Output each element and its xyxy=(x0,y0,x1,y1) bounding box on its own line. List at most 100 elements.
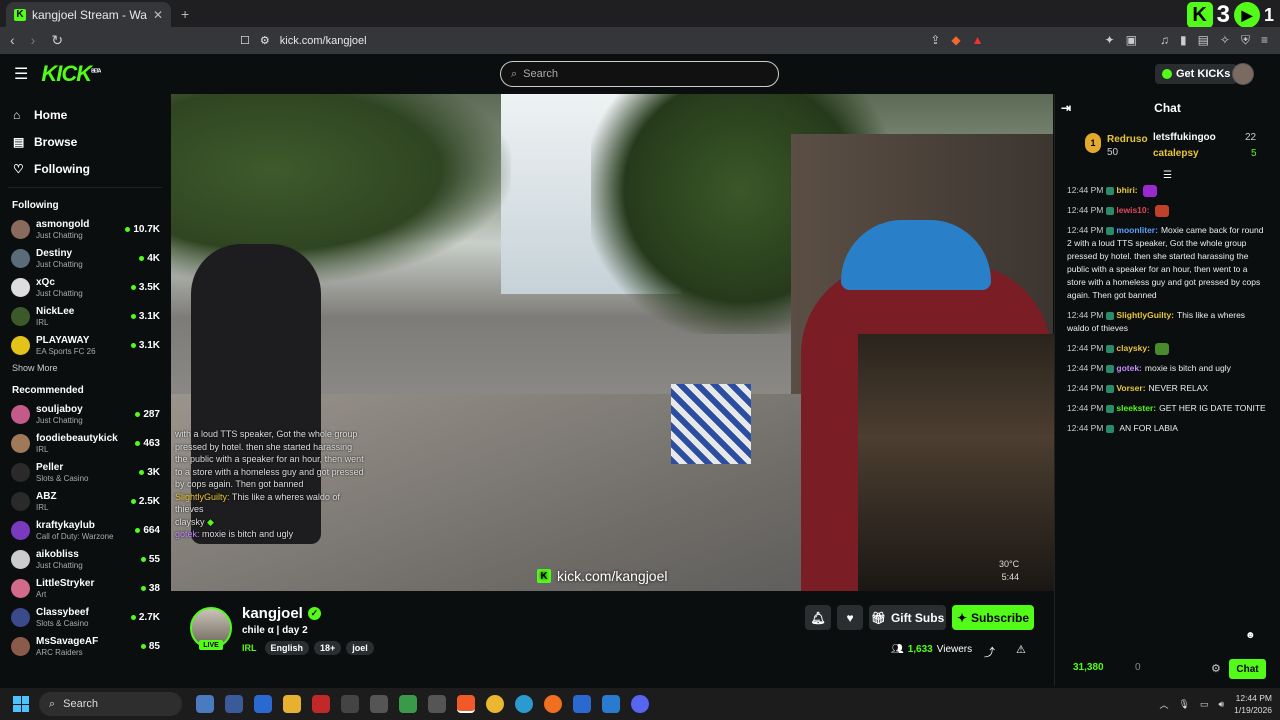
forward-icon[interactable]: › xyxy=(31,32,36,49)
nav-following[interactable]: ♡ Following xyxy=(0,155,170,182)
leader-1-name[interactable]: Redruso xyxy=(1107,134,1148,145)
collapse-chat-icon[interactable]: ⇥ xyxy=(1061,101,1071,115)
message-username[interactable]: lewis10: xyxy=(1116,205,1149,215)
emote-picker-icon[interactable]: ☻ xyxy=(1245,630,1256,641)
sidebar-channel[interactable]: Peller Slots & Casino 3K xyxy=(0,458,170,487)
user-avatar[interactable] xyxy=(1232,63,1254,85)
sidebar-channel[interactable]: Destiny Just Chatting 4K xyxy=(0,244,170,273)
app-icon[interactable] xyxy=(370,695,388,713)
tag[interactable]: joel xyxy=(346,641,374,655)
sidebar-channel[interactable]: LittleStryker Art 38 xyxy=(0,574,170,603)
kick-favicon-icon: K xyxy=(14,8,26,21)
mic-icon[interactable]: 🎙︎ xyxy=(1179,699,1190,710)
rewards-icon[interactable]: ▲ xyxy=(972,33,984,48)
channel-points[interactable]: 31,380 xyxy=(1073,662,1104,673)
brave-shield-icon[interactable]: ◆ xyxy=(951,33,960,48)
leader-2-name[interactable]: letsffukingoo xyxy=(1153,132,1216,143)
viewers-label: Viewers xyxy=(936,644,973,655)
music-icon[interactable]: ♫ xyxy=(1160,33,1169,48)
leader-3-name[interactable]: catalepsy xyxy=(1153,148,1199,159)
screenshot-icon[interactable]: ▣ xyxy=(1126,33,1137,48)
message-username[interactable]: claysky: xyxy=(1116,343,1150,353)
leo-icon[interactable]: ✧ xyxy=(1220,33,1230,48)
sidebar-channel[interactable]: souljaboy Just Chatting 287 xyxy=(0,400,170,429)
discord-icon[interactable] xyxy=(631,695,649,713)
clock[interactable]: 12:44 PM 1/19/2026 xyxy=(1234,692,1272,716)
sidebar-channel[interactable]: kraftykaylub Call of Duty: Warzone 664 xyxy=(0,516,170,545)
app-icon[interactable] xyxy=(254,695,272,713)
edge-icon[interactable] xyxy=(515,695,533,713)
sidebar-channel[interactable]: MsSavageAF ARC Raiders 85 xyxy=(0,632,170,661)
stream-tags: IRL English 18+ joel xyxy=(242,641,374,655)
close-tab-icon[interactable]: ✕ xyxy=(153,8,163,22)
menu-icon[interactable]: ≡ xyxy=(1261,33,1268,48)
message-username[interactable]: bhiri: xyxy=(1116,185,1137,195)
share-icon[interactable]: ⇪ xyxy=(930,33,940,48)
vscode-icon[interactable] xyxy=(602,695,620,713)
network-icon[interactable]: ▭ xyxy=(1200,699,1209,710)
volume-icon[interactable]: 🔊︎ xyxy=(1219,699,1225,710)
back-icon[interactable]: ‹ xyxy=(10,32,15,49)
search-input[interactable]: ⌕ Search xyxy=(500,61,779,87)
get-kicks-button[interactable]: Get KICKs xyxy=(1155,64,1238,84)
app-icon[interactable] xyxy=(196,695,214,713)
report-icon[interactable]: ⚠ xyxy=(1016,643,1026,656)
sidebar-channel[interactable]: NickLee IRL 3.1K xyxy=(0,302,170,331)
vpn-icon[interactable]: ⛨ xyxy=(1241,33,1250,48)
sidebar-icon[interactable]: ▮ xyxy=(1180,33,1187,48)
app-icon[interactable] xyxy=(428,695,446,713)
message-username[interactable]: gotek: xyxy=(1116,363,1142,373)
sidebar-channel[interactable]: xQc Just Chatting 3.5K xyxy=(0,273,170,302)
sidebar-channel[interactable]: PLAYAWAY EA Sports FC 26 3.1K xyxy=(0,331,170,360)
tag[interactable]: 18+ xyxy=(314,641,342,655)
sidebar-channel[interactable]: ABZ IRL 2.5K xyxy=(0,487,170,516)
show-more-link[interactable]: Show More xyxy=(0,360,170,376)
sidebar-channel[interactable]: Classybeef Slots & Casino 2.7K xyxy=(0,603,170,632)
folder-icon[interactable] xyxy=(283,695,301,713)
live-dot-icon xyxy=(135,528,141,533)
message-username[interactable]: SlightlyGuilty: xyxy=(1116,310,1174,320)
follow-button[interactable]: ♥ xyxy=(837,605,863,630)
sidebar-channel[interactable]: asmongold Just Chatting 10.7K xyxy=(0,215,170,244)
app-icon[interactable] xyxy=(573,695,591,713)
nav-browse[interactable]: ▤ Browse xyxy=(0,128,170,155)
tag[interactable]: English xyxy=(264,641,310,655)
wallet-icon[interactable]: ▤ xyxy=(1198,33,1209,48)
app-icon[interactable] xyxy=(312,695,330,713)
channel-category: Just Chatting xyxy=(36,560,83,570)
stream-category[interactable]: IRL xyxy=(242,643,257,653)
chat-send-button[interactable]: Chat xyxy=(1229,659,1266,679)
message-username[interactable]: moonliter: xyxy=(1116,225,1158,235)
sidebar-channel[interactable]: foodiebeautykick IRL 463 xyxy=(0,429,170,458)
kick-logo[interactable]: KICKBETA xyxy=(41,61,101,87)
extensions-icon[interactable]: ✦ xyxy=(1105,33,1115,48)
app-icon[interactable] xyxy=(341,695,359,713)
chrome-icon[interactable] xyxy=(486,695,504,713)
app-icon[interactable] xyxy=(225,695,243,713)
message-username[interactable]: Vorser: xyxy=(1116,383,1145,393)
browser-tab[interactable]: K kangjoel Stream - Watch Live ✕ xyxy=(6,2,171,27)
nav-home[interactable]: ⌂ Home xyxy=(0,101,170,128)
hamburger-menu-icon[interactable]: ☰ xyxy=(14,64,28,84)
tray-chevron-icon[interactable]: ︿ xyxy=(1160,698,1169,711)
chat-expand-icon[interactable]: ☰ xyxy=(1055,170,1280,181)
notifications-button[interactable]: 🔔︎ xyxy=(805,605,831,630)
firefox-icon[interactable] xyxy=(544,695,562,713)
message-username[interactable]: sleekster: xyxy=(1116,403,1156,413)
gift-subs-button[interactable]: 🎁︎ Gift Subs xyxy=(869,605,946,630)
chat-settings-icon[interactable]: ⚙ xyxy=(1211,662,1221,675)
site-info-icon[interactable]: ⚙ xyxy=(260,34,270,47)
subscribe-button[interactable]: ✦ Subscribe xyxy=(952,605,1034,630)
windows-start-icon[interactable] xyxy=(13,696,29,712)
channel-viewers: 85 xyxy=(140,641,160,652)
new-tab-button[interactable]: + xyxy=(181,6,189,22)
taskbar-search[interactable]: ⌕ Search xyxy=(39,692,182,716)
reload-icon[interactable]: ↻ xyxy=(51,32,63,49)
sidebar-channel[interactable]: aikobliss Just Chatting 55 xyxy=(0,545,170,574)
streamer-name[interactable]: kangjoel ✓ xyxy=(242,605,321,622)
app-icon[interactable] xyxy=(399,695,417,713)
url-field[interactable]: kick.com/kangjoel xyxy=(280,35,367,47)
brave-browser-icon[interactable] xyxy=(457,695,475,713)
bookmark-icon[interactable]: ☐ xyxy=(240,34,250,47)
share-icon[interactable]: ⤴ xyxy=(984,644,995,660)
